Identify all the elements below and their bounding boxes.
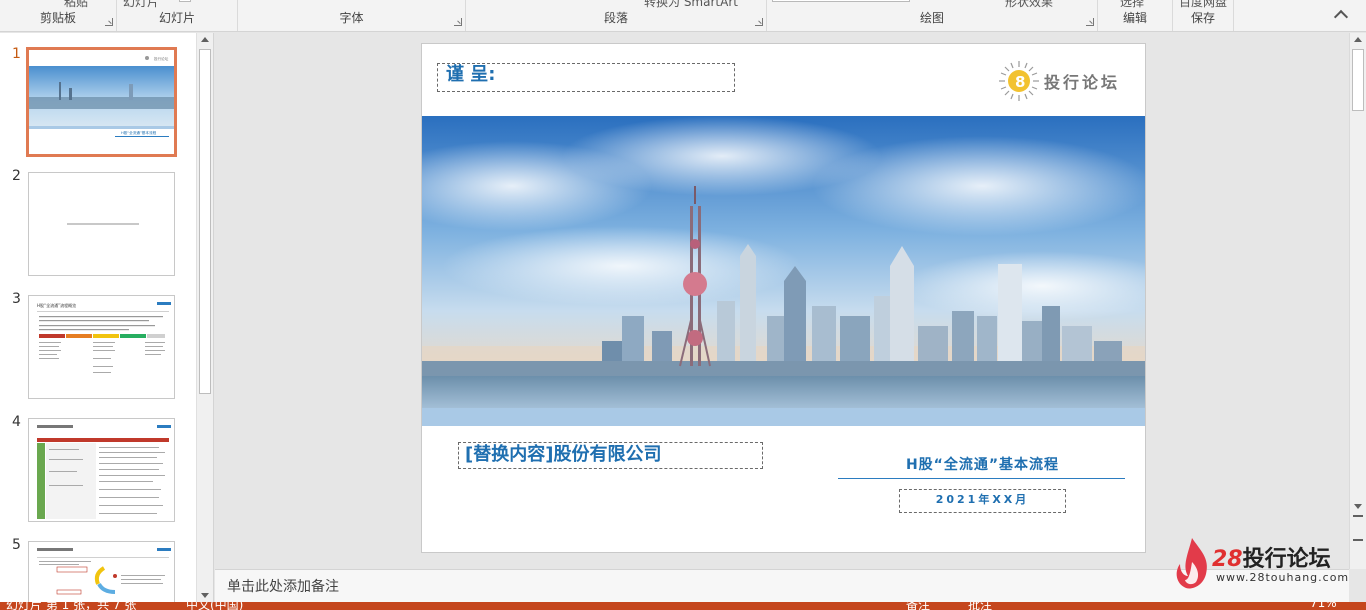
ribbon: 粘贴 剪贴板 幻灯片 幻灯片 字体 转换为 SmartArt 段落 形状效果 绘… xyxy=(0,0,1366,32)
touhang-logo: 8 投行论坛 xyxy=(998,60,1138,101)
status-bar: 幻灯片 第 1 张，共 7 张 中文(中国) 备注 批注 71% xyxy=(0,602,1366,610)
dialog-launcher-icon[interactable] xyxy=(105,18,113,26)
slide-thumbnail-1[interactable]: 投行论坛 H股“全流通”基本流程 xyxy=(26,47,177,157)
language-indicator[interactable]: 中文(中国) xyxy=(186,602,243,610)
ribbon-group-label: 字体 xyxy=(339,11,364,25)
ribbon-group-paragraph: 转换为 SmartArt 段落 xyxy=(466,0,767,31)
logo-number: 8 xyxy=(1015,73,1025,91)
watermark-number: 28 xyxy=(1212,547,1243,572)
dialog-launcher-icon[interactable] xyxy=(755,18,763,26)
company-name: [替换内容]股份有限公司 xyxy=(465,444,662,465)
slide-editing-area: 谨 呈: 8 投行论坛 [替换内容]股份有限公司 H股“全流通”基本流程 202… xyxy=(215,33,1349,569)
notes-placeholder: 单击此处添加备注 xyxy=(227,579,339,595)
dialog-launcher-icon[interactable] xyxy=(454,18,462,26)
slide-thumbnail-2[interactable] xyxy=(28,172,175,276)
logo-sun-icon: 8 xyxy=(999,61,1039,101)
company-textbox[interactable]: [替换内容]股份有限公司 xyxy=(458,442,763,469)
ribbon-group-label: 剪贴板 xyxy=(39,11,76,25)
slide-number: 2 xyxy=(12,168,21,184)
scroll-down-icon[interactable] xyxy=(197,588,213,602)
watermark-name: 投行论坛 xyxy=(1242,547,1331,572)
ribbon-group-editing: 选择 编辑 xyxy=(1098,0,1173,31)
editor-scrollbar[interactable] xyxy=(1349,33,1366,569)
ribbon-group-font: 字体 xyxy=(238,0,466,31)
scrollbar-thumb[interactable] xyxy=(1352,49,1364,111)
slide-canvas[interactable]: 谨 呈: 8 投行论坛 [替换内容]股份有限公司 H股“全流通”基本流程 202… xyxy=(421,43,1146,553)
ribbon-group-label: 段落 xyxy=(603,11,628,25)
ribbon-group-label: 幻灯片 xyxy=(158,11,195,25)
scrollbar-thumb[interactable] xyxy=(199,49,211,394)
zoom-level[interactable]: 71% xyxy=(1310,602,1337,610)
watermark-title: 28投行论坛 xyxy=(1212,541,1331,573)
slide-thumbnail-3[interactable]: H股“全流通”流程概览 xyxy=(28,295,175,399)
slide-thumbnail-5[interactable] xyxy=(28,541,175,602)
scroll-up-icon[interactable] xyxy=(1350,33,1366,47)
thumbnail-preview: 投行论坛 H股“全流通”基本流程 xyxy=(29,50,174,154)
comments-button[interactable]: 批注 xyxy=(968,602,992,610)
ribbon-group-save: 百度网盘 保存 xyxy=(1173,0,1234,31)
notes-button[interactable]: 备注 xyxy=(906,602,930,610)
dialog-launcher-icon[interactable] xyxy=(1086,18,1094,26)
scroll-up-icon[interactable] xyxy=(197,33,213,47)
ribbon-group-drawing: 形状效果 绘图 xyxy=(767,0,1098,31)
presentation-subtitle[interactable]: H股“全流通”基本流程 xyxy=(840,454,1125,474)
slide-thumbnail-pane: 1 投行论坛 H股“全流通”基本流程 2 3 H股“全流通”流程概览 4 5 xyxy=(0,33,214,602)
to-label: 谨 呈: xyxy=(446,64,496,85)
ribbon-group-label: 编辑 xyxy=(1122,11,1147,25)
layout-icon[interactable] xyxy=(179,0,191,2)
collapse-ribbon-icon[interactable] xyxy=(1333,9,1349,25)
thumbnail-preview xyxy=(37,548,171,595)
ribbon-group-slides: 幻灯片 幻灯片 xyxy=(117,0,238,31)
shapes-gallery[interactable] xyxy=(772,0,910,2)
thumb-logo-text: 投行论坛 xyxy=(154,56,169,61)
previous-slide-icon[interactable] xyxy=(1353,515,1363,523)
slide-number: 3 xyxy=(12,291,21,307)
thumb-title: H股“全流通”基本流程 xyxy=(121,130,157,135)
date-text: 2021年XX月 xyxy=(935,493,1030,506)
thumbnail-preview xyxy=(37,425,171,519)
slide-thumbnail-4[interactable] xyxy=(28,418,175,522)
slide-number: 5 xyxy=(12,537,21,553)
logo-text: 投行论坛 xyxy=(1044,73,1121,92)
ribbon-group-label: 绘图 xyxy=(919,11,944,25)
watermark-url: www.28touhang.com xyxy=(1216,571,1350,584)
city-skyline-image[interactable] xyxy=(422,116,1146,426)
touhang-watermark: 28投行论坛 www.28touhang.com xyxy=(1172,536,1366,594)
slide-number: 4 xyxy=(12,414,21,430)
thumbnail-scrollbar[interactable] xyxy=(196,33,213,602)
flame-icon xyxy=(1176,538,1207,589)
ribbon-group-clipboard: 粘贴 剪贴板 xyxy=(0,0,117,31)
thumbnail-preview: H股“全流通”流程概览 xyxy=(37,302,171,373)
scroll-down-icon[interactable] xyxy=(1350,499,1366,513)
thumbnail-preview xyxy=(67,223,139,225)
powerpoint-window: 粘贴 剪贴板 幻灯片 幻灯片 字体 转换为 SmartArt 段落 形状效果 绘… xyxy=(0,0,1366,610)
subtitle-underline xyxy=(838,478,1125,479)
date-textbox[interactable]: 2021年XX月 xyxy=(899,489,1066,513)
slide-number: 1 xyxy=(12,46,21,62)
to-textbox[interactable]: 谨 呈: xyxy=(437,63,735,92)
thumb-title: H股“全流通”流程概览 xyxy=(37,302,76,308)
ribbon-group-label: 保存 xyxy=(1190,11,1215,25)
slide-counter: 幻灯片 第 1 张，共 7 张 xyxy=(6,602,137,610)
